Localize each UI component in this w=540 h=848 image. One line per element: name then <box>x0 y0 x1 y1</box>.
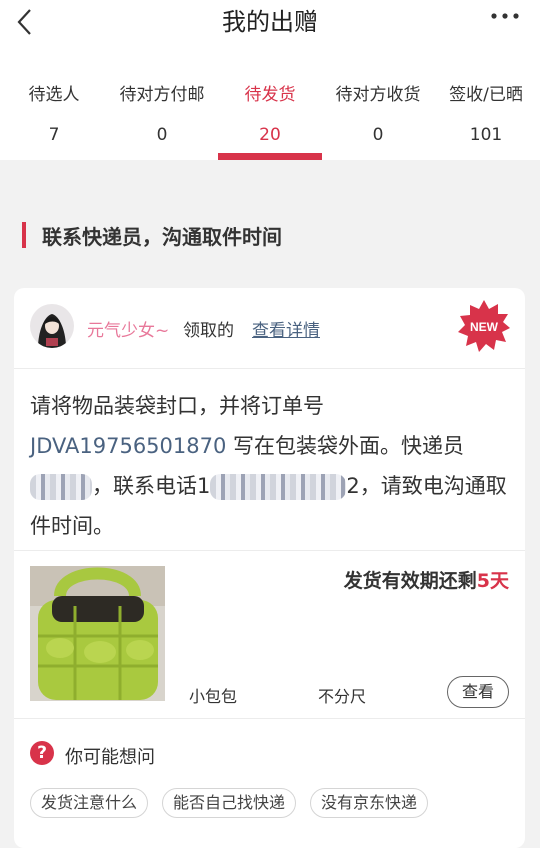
active-tab-indicator <box>218 153 322 160</box>
gift-order-card: 元气少女~ 领取的 查看详情 NEW 请将物品装袋封口，并将订单号 JDVA19… <box>14 288 525 848</box>
tab-count: 101 <box>469 125 503 145</box>
receiver-name[interactable]: 元气少女~ <box>87 316 169 341</box>
divider <box>14 718 525 719</box>
tab-pending-receipt[interactable]: 待对方收货 0 <box>324 76 432 160</box>
divider <box>14 550 525 551</box>
tab-pending-postage[interactable]: 待对方付邮 0 <box>108 76 216 160</box>
question-icon: ? <box>30 741 54 765</box>
faq-title: 你可能想问 <box>65 747 155 768</box>
order-number[interactable]: JDVA19756501870 <box>30 434 226 458</box>
item-size: 不分尺 <box>318 687 367 706</box>
blurred-courier-name <box>30 474 92 500</box>
status-tabs: 待选人 7 待对方付邮 0 待发货 20 待对方收货 0 签收/已晒 101 <box>0 76 540 160</box>
top-bar: 我的出赠 待选人 7 待对方付邮 0 待发货 20 待对方收货 0 签收/已晒 … <box>0 0 540 160</box>
receiver-row: 元气少女~ 领取的 查看详情 NEW <box>14 288 525 369</box>
view-button[interactable]: 查看 <box>447 676 509 708</box>
tab-count: 0 <box>372 125 384 145</box>
faq-chip[interactable]: 发货注意什么 <box>30 788 149 818</box>
faq-chip[interactable]: 能否自己找快递 <box>162 788 297 818</box>
avatar[interactable] <box>30 304 74 348</box>
tab-pending-select[interactable]: 待选人 7 <box>0 76 108 160</box>
tab-received[interactable]: 签收/已晒 101 <box>432 76 540 160</box>
section-accent-bar <box>22 222 26 248</box>
tab-label: 待发货 <box>244 85 296 105</box>
deadline-days: 5天 <box>476 570 509 592</box>
tab-label: 待对方收货 <box>335 85 421 105</box>
instruction-text: 写在包装袋外面。快递员 <box>226 434 465 458</box>
claimed-label: 领取的 <box>183 321 234 341</box>
section-header: 联系快递员，沟通取件时间 <box>22 220 282 250</box>
instruction-text: ，联系电话1 <box>92 474 211 498</box>
new-badge-icon: NEW <box>458 300 510 352</box>
tab-count: 20 <box>259 125 281 145</box>
section-title: 联系快递员，沟通取件时间 <box>42 224 282 249</box>
tab-label: 待对方付邮 <box>119 85 205 105</box>
item-name: 小包包 <box>189 687 238 706</box>
new-badge-text: NEW <box>470 320 499 334</box>
more-dots-icon[interactable] <box>490 10 520 22</box>
view-details-link[interactable]: 查看详情 <box>252 316 320 341</box>
tab-count: 7 <box>48 125 60 145</box>
page-title: 我的出赠 <box>222 8 318 36</box>
shipping-instructions: 请将物品装袋封口，并将订单号 JDVA19756501870 写在包装袋外面。快… <box>30 386 512 546</box>
tab-count: 0 <box>156 125 168 145</box>
instruction-text: 请将物品装袋封口，并将订单号 <box>30 394 324 418</box>
deadline-label: 发货有效期还剩 <box>343 570 477 592</box>
faq-chip[interactable]: 没有京东快递 <box>310 788 429 818</box>
faq-chips: 发货注意什么 能否自己找快递 没有京东快递 <box>30 788 429 818</box>
item-photo[interactable] <box>30 566 165 701</box>
tab-pending-ship[interactable]: 待发货 20 <box>216 76 324 160</box>
tab-label: 待选人 <box>28 85 80 105</box>
ship-deadline: 发货有效期还剩5天 <box>344 566 509 593</box>
tab-label: 签收/已晒 <box>449 85 523 105</box>
blurred-phone-number <box>210 474 347 500</box>
